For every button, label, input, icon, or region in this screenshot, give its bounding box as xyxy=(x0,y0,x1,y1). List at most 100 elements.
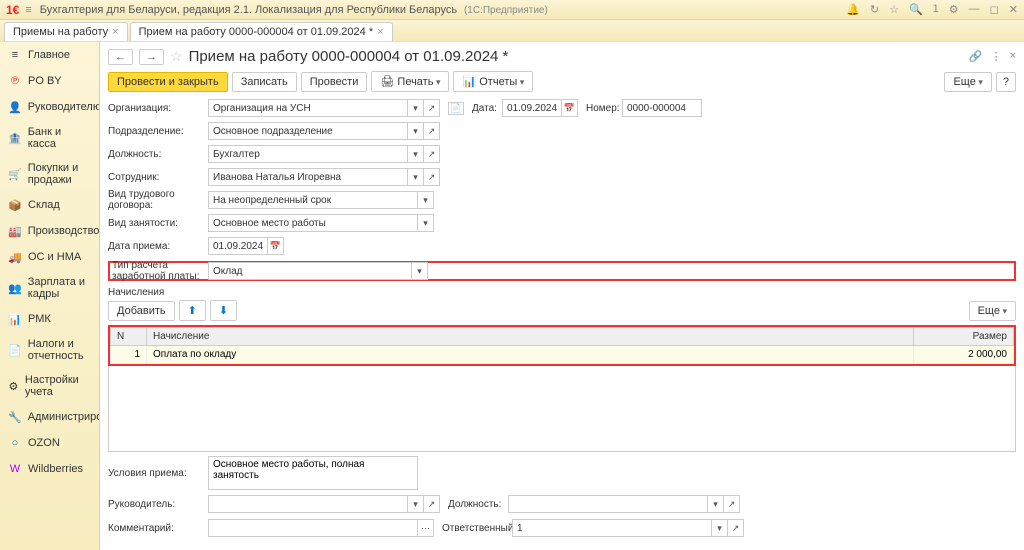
move-up-button[interactable]: ⬆ xyxy=(179,300,206,321)
more-button[interactable]: Еще xyxy=(944,72,991,92)
table-empty-area[interactable] xyxy=(108,366,1016,452)
table-row[interactable]: 1 Оплата по окладу 2 000,00 xyxy=(111,346,1014,364)
employment-field[interactable] xyxy=(208,214,418,232)
post-and-close-button[interactable]: Провести и закрыть xyxy=(108,72,228,92)
star-icon[interactable]: ☆ xyxy=(889,3,899,16)
sidebar-item-hr[interactable]: 👥Зарплата и кадры xyxy=(0,270,99,306)
close-icon[interactable]: × xyxy=(377,26,383,38)
kebab-icon[interactable]: ⋮ xyxy=(991,50,1002,63)
bell-icon[interactable]: 🔔 xyxy=(846,3,860,16)
contract-type-field[interactable] xyxy=(208,191,418,209)
minimize-icon[interactable]: — xyxy=(969,3,980,16)
salary-type-label: Тип расчета заработной платы: xyxy=(112,260,208,282)
window-title: Бухгалтерия для Беларуси, редакция 2.1. … xyxy=(40,4,846,16)
info-icon[interactable]: 📄 xyxy=(448,102,464,115)
sidebar-item-assets[interactable]: 🚚ОС и НМА xyxy=(0,244,99,270)
conditions-label: Условия приема: xyxy=(108,468,208,479)
sidebar-item-ozon[interactable]: ○OZON xyxy=(0,430,99,456)
sidebar-item-rmk[interactable]: 📊РМК xyxy=(0,306,99,332)
history-icon[interactable]: ⋯ xyxy=(418,519,434,537)
open-icon[interactable]: ↗ xyxy=(424,99,440,117)
calendar-icon[interactable]: 📅 xyxy=(268,237,284,255)
sidebar-item-production[interactable]: 🏭Производство xyxy=(0,218,99,244)
sidebar-item-label: РМК xyxy=(28,313,51,325)
col-amount[interactable]: Размер xyxy=(914,328,1014,346)
calendar-icon[interactable]: 📅 xyxy=(562,99,578,117)
sidebar-item-label: Главное xyxy=(28,49,70,61)
employee-field[interactable] xyxy=(208,168,408,186)
menu-icon[interactable]: ≡ xyxy=(25,4,31,16)
open-icon[interactable]: ↗ xyxy=(728,519,744,537)
titlebar: 1€ ≡ Бухгалтерия для Беларуси, редакция … xyxy=(0,0,1024,20)
date-field[interactable] xyxy=(502,99,562,117)
tab-hires-list[interactable]: Приемы на работу× xyxy=(4,22,128,41)
nav-icon: 📄 xyxy=(8,343,22,357)
dropdown-icon[interactable]: ▾ xyxy=(408,122,424,140)
comment-field[interactable] xyxy=(208,519,418,537)
print-button[interactable]: 🖨 Печать xyxy=(371,71,449,92)
col-n[interactable]: N xyxy=(111,328,147,346)
sidebar-item-admin[interactable]: 🔧Администрирование xyxy=(0,404,99,430)
nav-fwd-button[interactable]: → xyxy=(139,49,164,65)
search-icon[interactable]: 🔍 xyxy=(909,3,923,16)
sidebar-item-settings[interactable]: ⚙Настройки учета xyxy=(0,368,99,404)
sidebar-item-bank[interactable]: 🏦Банк и касса xyxy=(0,120,99,156)
sidebar-item-poby[interactable]: ℗PO BY xyxy=(0,68,99,94)
dropdown-icon[interactable]: ▾ xyxy=(408,99,424,117)
salary-type-field[interactable] xyxy=(208,262,412,280)
position-field[interactable] xyxy=(208,145,408,163)
num-field[interactable] xyxy=(622,99,702,117)
manager-label: Руководитель: xyxy=(108,499,208,510)
dept-label: Подразделение: xyxy=(108,126,208,137)
open-icon[interactable]: ↗ xyxy=(724,495,740,513)
dropdown-icon[interactable]: ▾ xyxy=(418,191,434,209)
sidebar-item-label: Банк и касса xyxy=(28,126,91,150)
close-icon[interactable]: ✕ xyxy=(1009,3,1018,16)
sidebar-item-trade[interactable]: 🛒Покупки и продажи xyxy=(0,156,99,192)
sidebar-item-label: OZON xyxy=(28,437,60,449)
save-button[interactable]: Записать xyxy=(232,72,297,92)
col-accrual[interactable]: Начисление xyxy=(147,328,914,346)
table-more-button[interactable]: Еще xyxy=(969,301,1016,321)
position2-field[interactable] xyxy=(508,495,708,513)
close-icon[interactable]: × xyxy=(112,26,118,38)
reports-button[interactable]: 📊 Отчеты xyxy=(453,71,533,92)
sidebar-item-wb[interactable]: WWildberries xyxy=(0,456,99,482)
sidebar-item-manager[interactable]: 👤Руководителю xyxy=(0,94,99,120)
responsible-field[interactable] xyxy=(512,519,712,537)
tab-hire-document[interactable]: Прием на работу 0000-000004 от 01.09.202… xyxy=(130,22,393,41)
add-button[interactable]: Добавить xyxy=(108,301,175,321)
dropdown-icon[interactable]: ▾ xyxy=(408,168,424,186)
manager-field[interactable] xyxy=(208,495,408,513)
org-field[interactable] xyxy=(208,99,408,117)
sidebar-item-tax[interactable]: 📄Налоги и отчетность xyxy=(0,332,99,368)
user-badge[interactable]: 1 xyxy=(933,3,939,16)
favorite-icon[interactable]: ☆ xyxy=(170,48,183,65)
dropdown-icon[interactable]: ▾ xyxy=(408,495,424,513)
help-button[interactable]: ? xyxy=(996,72,1016,92)
sidebar-item-main[interactable]: ≡Главное xyxy=(0,42,99,68)
employee-label: Сотрудник: xyxy=(108,172,208,183)
sidebar-item-warehouse[interactable]: 📦Склад xyxy=(0,192,99,218)
move-down-button[interactable]: ⬇ xyxy=(210,300,237,321)
dropdown-icon[interactable]: ▾ xyxy=(712,519,728,537)
nav-icon: ℗ xyxy=(8,74,22,88)
post-button[interactable]: Провести xyxy=(301,72,368,92)
link-icon[interactable]: 🔗 xyxy=(969,50,983,63)
settings-icon[interactable]: ⚙ xyxy=(949,3,959,16)
conditions-field[interactable]: Основное место работы, полная занятость xyxy=(208,456,418,490)
dropdown-icon[interactable]: ▾ xyxy=(412,262,428,280)
dropdown-icon[interactable]: ▾ xyxy=(418,214,434,232)
dept-field[interactable] xyxy=(208,122,408,140)
open-icon[interactable]: ↗ xyxy=(424,495,440,513)
open-icon[interactable]: ↗ xyxy=(424,168,440,186)
dropdown-icon[interactable]: ▾ xyxy=(408,145,424,163)
open-icon[interactable]: ↗ xyxy=(424,145,440,163)
maximize-icon[interactable]: ◻ xyxy=(990,3,999,16)
history-icon[interactable]: ↻ xyxy=(870,3,879,16)
close-icon[interactable]: × xyxy=(1010,50,1016,63)
open-icon[interactable]: ↗ xyxy=(424,122,440,140)
hire-date-field[interactable] xyxy=(208,237,268,255)
dropdown-icon[interactable]: ▾ xyxy=(708,495,724,513)
nav-back-button[interactable]: ← xyxy=(108,49,133,65)
